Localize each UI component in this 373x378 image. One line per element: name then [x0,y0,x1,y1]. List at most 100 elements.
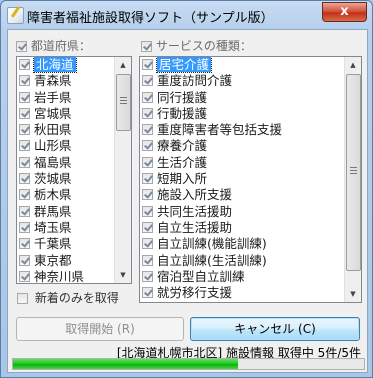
prefecture-item-checkbox[interactable] [19,140,30,152]
prefecture-group-header[interactable]: 都道府県： [16,37,91,54]
service-item-label: 自立生活援助 [157,219,233,235]
service-all-checkbox[interactable] [141,41,152,52]
service-item-checkbox[interactable] [142,238,153,250]
start-button[interactable]: 取得開始 (R) [16,317,184,341]
prefecture-list[interactable]: 北海道 青森県 岩手県 宮城県 秋田県 山形県 福島県 茨城県 栃木県 群馬県 埼玉県 千葉県 東京都神… [16,56,132,284]
service-list-item[interactable]: 生活介護 [140,155,361,171]
scroll-up-arrow-icon[interactable]: ▲ [345,57,361,73]
service-item-label: 同行援護 [157,89,208,105]
prefecture-item-label: 神奈川県 [34,268,85,284]
progress-bar [12,358,365,370]
service-list-item[interactable]: 施設入所支援 [140,187,361,203]
service-list-item[interactable]: 療養介護 [140,138,361,154]
service-list-item[interactable]: 重度訪問介護 [140,73,361,89]
prefecture-item-label: 群馬県 [34,203,72,219]
prefecture-item-checkbox[interactable] [19,270,30,282]
prefecture-item-label: 茨城県 [34,171,72,187]
service-item-label: 療養介護 [157,138,208,154]
service-list-item[interactable]: 短期入所 [140,171,361,187]
service-rows: 居宅介護 重度訪問介護 同行援護 行動援護 重度障害者等包括支援 療養介護 生活介護 短期入所… [140,57,361,301]
prefecture-item-checkbox[interactable] [19,107,30,119]
prefecture-item-label: 福島県 [34,154,72,170]
scroll-down-arrow-icon[interactable]: ▼ [115,267,131,283]
cancel-button[interactable]: キャンセル (C) [190,317,360,341]
service-item-checkbox[interactable] [142,140,153,152]
service-list-item[interactable]: 自立訓練(機能訓練) [140,236,361,252]
service-item-checkbox[interactable] [142,156,153,168]
prefecture-item-label: 秋田県 [34,122,72,138]
service-item-label: 行動援護 [157,105,208,121]
prefecture-item-label: 青森県 [34,73,72,89]
prefecture-item-checkbox[interactable] [19,75,30,87]
window-title: 障害者福祉施設取得ソフト（サンプル版） [27,11,274,26]
new-only-label: 新着のみを取得 [34,291,119,305]
service-item-checkbox[interactable] [142,221,153,233]
service-list-item[interactable]: 共同生活援助 [140,204,361,220]
service-list-item[interactable]: 居宅介護 [140,57,361,73]
new-only-option[interactable]: 新着のみを取得 [17,289,119,306]
prefecture-item-checkbox[interactable] [19,59,30,70]
service-list-item[interactable]: 重度障害者等包括支援 [140,122,361,138]
scroll-down-arrow-icon[interactable]: ▼ [345,286,361,302]
scroll-up-arrow-icon[interactable]: ▲ [115,57,131,73]
prefecture-item-label: 千葉県 [34,236,72,252]
service-list-item[interactable]: 宿泊型自立訓練 [140,269,361,285]
service-item-label: 居宅介護 [155,57,213,73]
app-window: 障害者福祉施設取得ソフト（サンプル版） x 都道府県： 北海道 青森県 岩手県 宮城県… [0,0,373,378]
title-bar[interactable]: 障害者福祉施設取得ソフト（サンプル版） x [1,1,372,29]
service-list-item[interactable]: 就労移行支援 [140,285,361,301]
service-group-header[interactable]: サービスの種類： [141,37,252,54]
prefecture-all-checkbox[interactable] [16,41,27,52]
service-scrollbar[interactable]: ▲ ▼ [344,57,361,302]
prefecture-item-checkbox[interactable] [19,91,30,103]
service-item-checkbox[interactable] [142,189,153,201]
new-only-checkbox[interactable] [17,293,28,304]
service-item-checkbox[interactable] [142,124,153,136]
service-item-label: 自立訓練(機能訓練) [157,236,267,252]
main-panel: 都道府県： 北海道 青森県 岩手県 宮城県 秋田県 山形県 福島県 茨城県 栃木県 群馬県 埼玉県千… [7,29,368,373]
scroll-thumb[interactable] [346,74,361,271]
prefecture-item-label: 岩手県 [34,89,72,105]
prefecture-item-checkbox[interactable] [19,221,30,233]
service-list[interactable]: 居宅介護 重度訪問介護 同行援護 行動援護 重度障害者等包括支援 療養介護 生活介護 短期入所… [139,56,362,303]
prefecture-item-checkbox[interactable] [19,173,30,185]
service-list-item[interactable]: 自立生活援助 [140,220,361,236]
prefecture-scrollbar[interactable]: ▲ ▼ [114,57,131,283]
service-list-item[interactable]: 自立訓練(生活訓練) [140,253,361,269]
prefecture-item-label: 東京都 [34,252,72,268]
service-item-label: 共同生活援助 [157,203,233,219]
prefecture-item-label: 埼玉県 [34,219,72,235]
service-item-checkbox[interactable] [142,205,153,217]
service-item-label: 重度訪問介護 [157,73,233,89]
service-item-label: 短期入所 [157,171,208,187]
service-item-checkbox[interactable] [142,173,153,185]
service-item-checkbox[interactable] [142,107,153,119]
close-button[interactable]: x [322,2,367,22]
prefecture-item-checkbox[interactable] [19,238,30,250]
service-item-checkbox[interactable] [142,91,153,103]
prefecture-group-label: 都道府県： [30,39,91,53]
service-item-checkbox[interactable] [142,75,153,87]
prefecture-item-label: 栃木県 [34,187,72,203]
prefecture-item-checkbox[interactable] [19,254,30,266]
prefecture-item-label: 宮城県 [34,105,72,121]
prefecture-item-label: 山形県 [34,138,72,154]
service-item-label: 自立訓練(生活訓練) [157,252,267,268]
prefecture-item-checkbox[interactable] [19,124,30,136]
service-item-checkbox[interactable] [142,254,153,266]
prefecture-item-checkbox[interactable] [19,189,30,201]
prefecture-item-checkbox[interactable] [19,156,30,168]
service-item-checkbox[interactable] [142,59,153,70]
service-item-label: 施設入所支援 [157,187,233,203]
service-list-item[interactable]: 同行援護 [140,90,361,106]
service-item-checkbox[interactable] [142,270,153,282]
prefecture-item-label: 北海道 [33,57,77,73]
service-item-checkbox[interactable] [142,287,153,299]
service-item-label: 宿泊型自立訓練 [157,268,245,284]
prefecture-item-checkbox[interactable] [19,205,30,217]
progress-fill [13,359,238,369]
service-list-item[interactable]: 行動援護 [140,106,361,122]
service-group-label: サービスの種類： [155,39,252,53]
scroll-thumb[interactable] [116,74,131,131]
service-item-label: 生活介護 [157,154,208,170]
